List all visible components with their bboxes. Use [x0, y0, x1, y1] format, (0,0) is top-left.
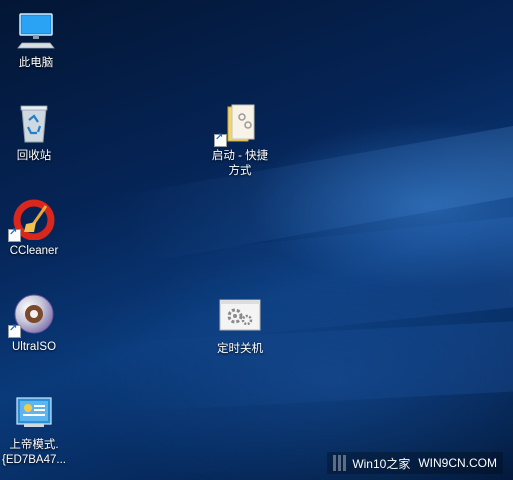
icon-label: CCleaner: [9, 245, 59, 257]
shortcut-arrow-icon: [8, 227, 21, 242]
desktop-icon-ccleaner[interactable]: CCleaner: [0, 196, 71, 259]
shortcut-arrow-icon: [214, 132, 227, 147]
desktop-icon-ultraiso[interactable]: UltraISO: [0, 292, 71, 355]
desktop-icon-startup-folder[interactable]: 启动 - 快捷 方式: [203, 101, 277, 179]
icon-label: 方式: [228, 165, 252, 177]
desktop-icon-scheduled-shutdown[interactable]: 定时关机: [203, 294, 277, 357]
control-panel-icon: [12, 390, 56, 434]
icon-label: {ED7BA47...: [2, 454, 66, 466]
watermark-left-text: Win10之家: [352, 456, 411, 471]
wallpaper-light-beam: [98, 316, 513, 414]
watermark-right-text: WIN9CN.COM: [418, 456, 497, 470]
icon-label: 启动 - 快捷: [211, 150, 269, 162]
icon-label: 定时关机: [217, 343, 263, 355]
icon-label: UltraISO: [11, 341, 57, 353]
disc-icon: [8, 292, 56, 338]
icon-label: 回收站: [16, 150, 52, 162]
desktop-icon-recycle-bin[interactable]: 回收站: [0, 101, 71, 164]
desktop-icon-god-mode[interactable]: 上帝模式. {ED7BA47...: [0, 390, 71, 468]
icon-label: 上帝模式.: [9, 439, 59, 451]
icon-label: 此电脑: [18, 57, 54, 69]
wallpaper-light-beam: [117, 105, 513, 265]
settings-gear-icon: [219, 294, 261, 338]
computer-icon: [14, 8, 58, 52]
site-watermark: Win10之家 WIN9CN.COM: [327, 452, 503, 474]
desktop-icon-this-pc[interactable]: 此电脑: [0, 8, 73, 71]
shortcut-arrow-icon: [8, 323, 21, 338]
folder-icon: [214, 101, 262, 147]
watermark-logo-icon: [333, 455, 347, 471]
ccleaner-icon: [8, 196, 56, 242]
recycle-bin-icon: [12, 101, 56, 145]
